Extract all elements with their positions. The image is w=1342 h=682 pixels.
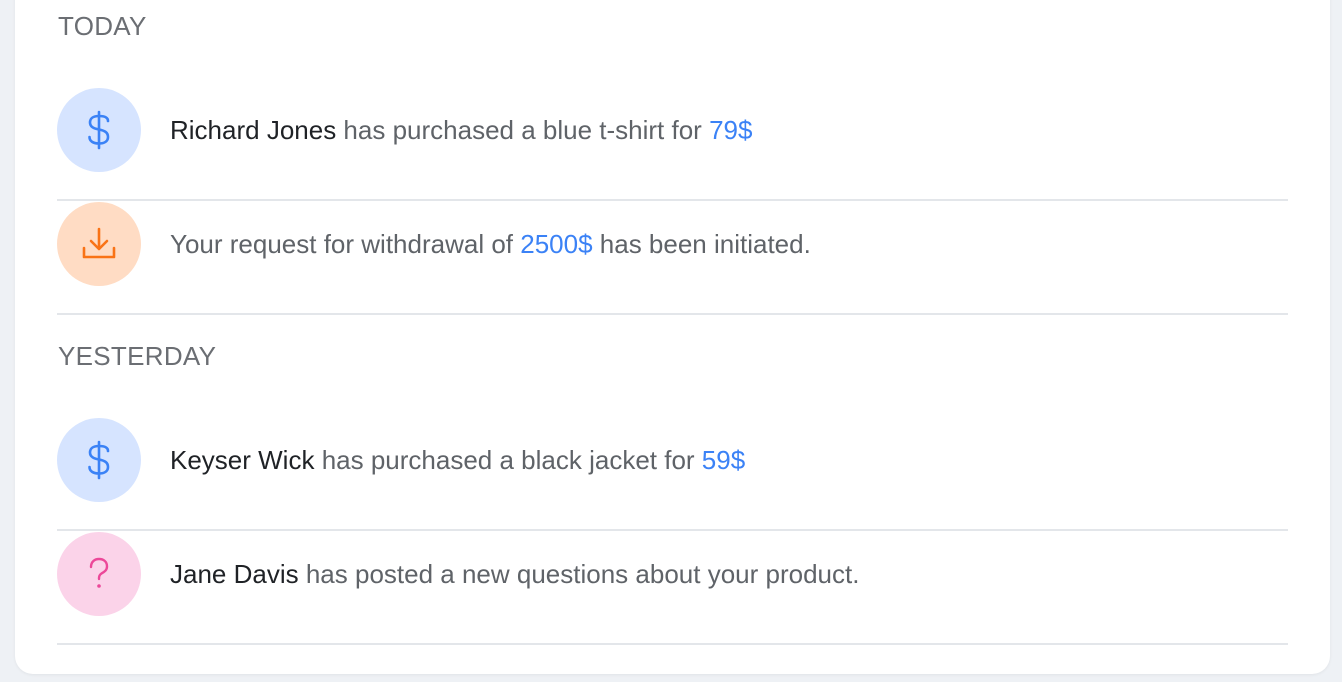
section-title-today: TODAY [58, 11, 147, 41]
section-title-yesterday: YESTERDAY [58, 341, 217, 371]
notifications-card: TODAY Richard Jones has purchased a blue… [15, 0, 1330, 674]
notification-message: has purchased a black jacket for [314, 445, 702, 475]
notification-item[interactable]: Richard Jones has purchased a blue t-shi… [57, 88, 1288, 201]
user-name[interactable]: Jane Davis [170, 559, 299, 589]
notification-message: has posted a new questions about your pr… [298, 559, 860, 589]
notification-text: Your request for withdrawal of 2500$ has… [170, 202, 811, 286]
amount-value: 59$ [701, 445, 746, 475]
notification-message-tail: has been initiated. [592, 229, 811, 259]
notification-item[interactable]: Keyser Wick has purchased a black jacket… [57, 418, 1288, 531]
notification-item[interactable]: Jane Davis has posted a new questions ab… [57, 532, 1288, 645]
notification-text: Jane Davis has posted a new questions ab… [170, 532, 859, 616]
amount-value: 79$ [709, 115, 753, 145]
notification-message: has purchased a blue t-shirt for [336, 115, 710, 145]
dollar-icon [57, 418, 141, 502]
notification-message: Your request for withdrawal of [170, 229, 521, 259]
dollar-icon [57, 88, 141, 172]
download-icon [57, 202, 141, 286]
question-icon [57, 532, 141, 616]
user-name[interactable]: Keyser Wick [170, 445, 314, 475]
notification-text: Richard Jones has purchased a blue t-shi… [170, 88, 752, 172]
notification-text: Keyser Wick has purchased a black jacket… [170, 418, 745, 502]
user-name[interactable]: Richard Jones [170, 115, 336, 145]
notification-item[interactable]: Your request for withdrawal of 2500$ has… [57, 202, 1288, 315]
amount-value: 2500$ [520, 229, 593, 259]
